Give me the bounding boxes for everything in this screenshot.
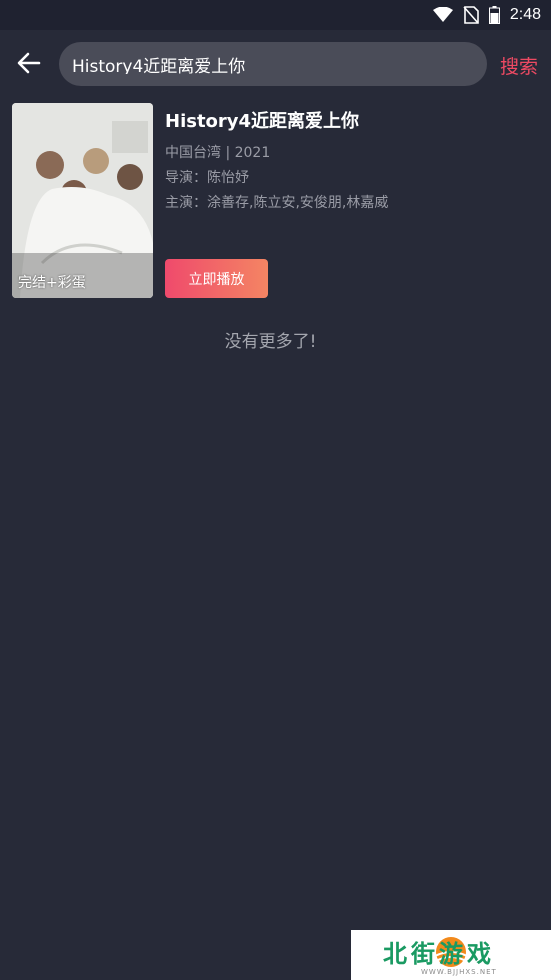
search-result-item[interactable]: 完结+彩蛋 History4近距离爱上你 中国台湾 | 2021 导演：陈怡妤 … [12,103,542,299]
watermark-text: 北街游戏 [383,940,495,968]
poster-art [12,103,153,298]
status-time: 2:48 [509,6,541,23]
poster-image[interactable]: 完结+彩蛋 [12,103,153,298]
status-bar: 2:48 [0,0,551,30]
wifi-icon [432,7,453,22]
result-region-year: 中国台湾 | 2021 [165,145,271,161]
search-input[interactable] [72,54,472,74]
search-header: 搜索 [0,30,551,96]
play-now-button[interactable]: 立即播放 [165,259,268,298]
arrow-left-icon [17,52,41,74]
back-button[interactable] [14,48,44,78]
search-box[interactable] [59,42,487,86]
result-info: History4近距离爱上你 中国台湾 | 2021 导演：陈怡妤 主演：涂善存… [165,103,545,212]
result-cast: 主演：涂善存,陈立安,安俊朋,林嘉威 [165,195,389,211]
result-title[interactable]: History4近距离爱上你 [165,107,545,133]
poster-badge: 完结+彩蛋 [18,275,86,291]
no-sim-icon [463,6,479,24]
status-icons: 2:48 [432,4,541,26]
battery-icon [488,6,500,24]
watermark-url: WWW.BJJHXS.NET [421,968,497,976]
search-button[interactable]: 搜索 [500,52,538,79]
watermark-logo: 北街游戏 WWW.BJJHXS.NET [351,930,551,980]
no-more-text: 没有更多了! [224,332,317,352]
result-director: 导演：陈怡妤 [165,170,249,186]
